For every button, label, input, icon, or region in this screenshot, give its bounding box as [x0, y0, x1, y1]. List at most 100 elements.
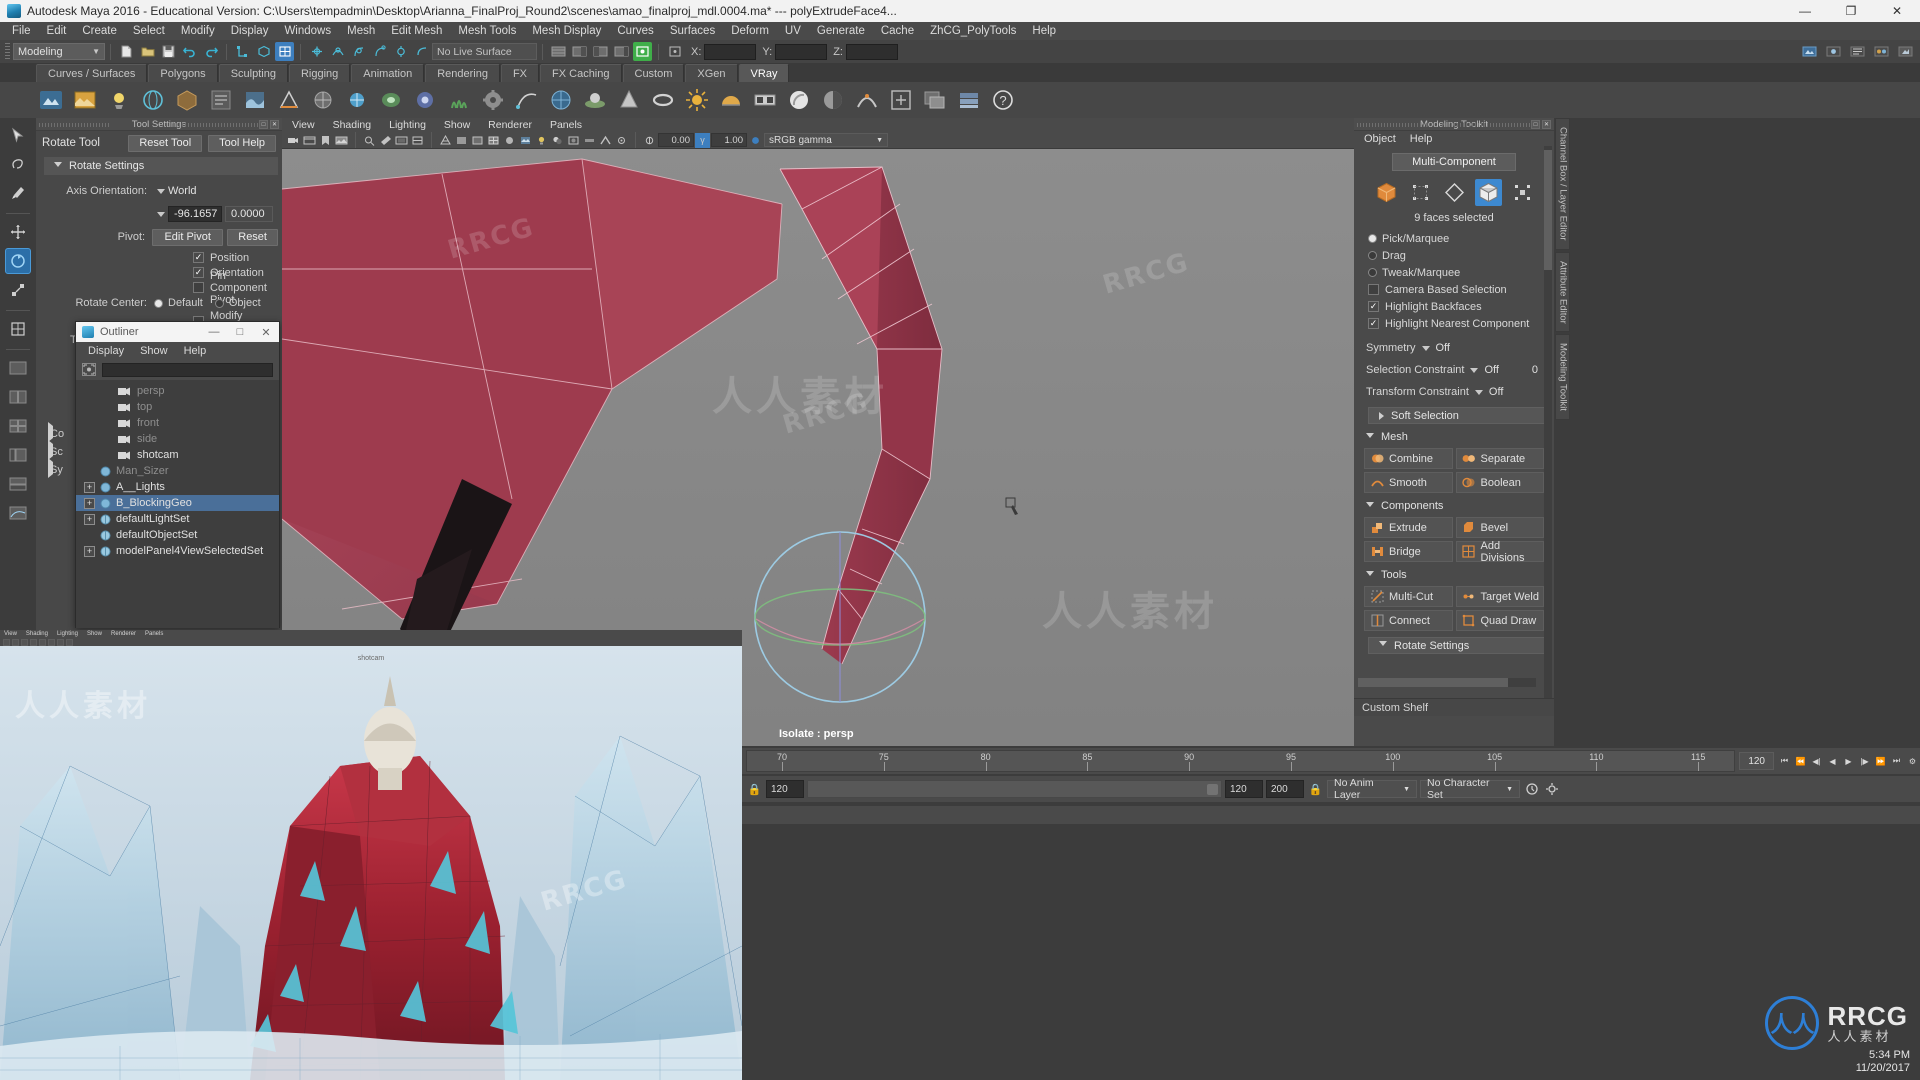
vray-volume-icon[interactable]	[376, 85, 406, 115]
range-end-lock-icon[interactable]: 🔒	[1307, 781, 1324, 798]
mesh-group-header[interactable]: Mesh	[1360, 428, 1548, 446]
add-divisions-button[interactable]: Add Divisions	[1456, 541, 1545, 562]
multisample-aa-icon[interactable]	[598, 133, 613, 148]
bevel-button[interactable]: Bevel	[1456, 517, 1545, 538]
angle-dropdown[interactable]	[154, 212, 168, 217]
select-camera-icon[interactable]	[286, 133, 301, 148]
play-forwards-icon[interactable]: ▶	[1841, 753, 1856, 770]
animation-preferences-icon[interactable]: ⚙	[1905, 753, 1920, 770]
time-slider[interactable]: 707580859095100105110115120	[746, 750, 1735, 772]
playback-end-field[interactable]: 200	[1266, 780, 1304, 798]
vray-displacement-icon[interactable]	[240, 85, 270, 115]
mtk-menu-help[interactable]: Help	[1410, 133, 1433, 145]
snap-to-view-plane-icon[interactable]	[391, 42, 410, 61]
shelf-tab-xgen[interactable]: XGen	[685, 64, 737, 82]
character-set-dropdown[interactable]: No Character Set ▼	[1420, 780, 1520, 798]
use-all-lights-icon[interactable]	[534, 133, 549, 148]
step-forward-frame-icon[interactable]: |▶	[1857, 753, 1872, 770]
go-to-end-icon[interactable]: ⏭	[1889, 753, 1904, 770]
image-plane-icon[interactable]	[334, 133, 349, 148]
vray-dome-light-icon[interactable]	[716, 85, 746, 115]
layout-two-pane-icon[interactable]	[5, 384, 31, 410]
outliner-menu-display[interactable]: Display	[88, 345, 124, 357]
highlight-backfaces-row[interactable]: ✓ Highlight Backfaces	[1360, 298, 1548, 315]
animation-preferences-gear-icon[interactable]	[1543, 781, 1560, 798]
vray-grass-icon[interactable]	[444, 85, 474, 115]
current-frame-field[interactable]: 120	[1739, 752, 1774, 770]
motion-blur-icon[interactable]	[582, 133, 597, 148]
scale-tool-icon[interactable]	[5, 277, 31, 303]
outliner-close-button[interactable]: ✕	[253, 322, 279, 342]
vray-material-preview-icon[interactable]	[784, 85, 814, 115]
snap-to-grid-icon[interactable]	[307, 42, 326, 61]
bridge-button[interactable]: Bridge	[1364, 541, 1453, 562]
hypershade-icon[interactable]	[1872, 42, 1891, 61]
outliner-item-front[interactable]: front	[76, 415, 279, 431]
transform-constraint-row[interactable]: Transform Constraint Off	[1360, 381, 1548, 403]
paint-select-tool-icon[interactable]	[5, 180, 31, 206]
snap-to-point-icon[interactable]	[349, 42, 368, 61]
viewport-menu-shading[interactable]: Shading	[333, 119, 372, 131]
vray-scene-icon[interactable]	[580, 85, 610, 115]
menu-file[interactable]: File	[4, 22, 39, 40]
menu-display[interactable]: Display	[223, 22, 277, 40]
target-weld-button[interactable]: Target Weld	[1456, 586, 1545, 607]
menu-edit-mesh[interactable]: Edit Mesh	[383, 22, 450, 40]
layout-four-pane-icon[interactable]	[5, 413, 31, 439]
layout-persp-outliner-icon[interactable]	[5, 442, 31, 468]
expand-icon[interactable]: +	[84, 546, 95, 557]
menu-windows[interactable]: Windows	[276, 22, 339, 40]
pick-marquee-radio[interactable]	[1368, 234, 1377, 243]
vray-render-icon[interactable]	[36, 85, 66, 115]
drag-dots[interactable]	[1357, 123, 1427, 127]
ref-tool-icon[interactable]	[39, 639, 46, 646]
shelf-tab-fx-caching[interactable]: FX Caching	[540, 64, 621, 82]
shelf-tab-animation[interactable]: Animation	[351, 64, 424, 82]
pick-marquee-row[interactable]: Pick/Marquee	[1360, 230, 1548, 247]
vray-layers-icon[interactable]	[954, 85, 984, 115]
snap-to-projected-center-icon[interactable]	[370, 42, 389, 61]
viewport-menu-panels[interactable]: Panels	[550, 119, 582, 131]
expander-arrow-3[interactable]	[48, 462, 53, 474]
custom-shelf-bar[interactable]: Custom Shelf	[1354, 698, 1554, 716]
ref-tool-icon[interactable]	[12, 639, 19, 646]
film-gate-icon[interactable]	[410, 133, 425, 148]
y-input[interactable]	[775, 44, 827, 60]
show-hide-modeling-toolkit-icon[interactable]	[633, 42, 652, 61]
select-tool-icon[interactable]	[5, 122, 31, 148]
pivot-reset-button[interactable]: Reset	[227, 229, 278, 246]
drag-radio[interactable]	[1368, 251, 1377, 260]
drag-dots[interactable]	[170, 123, 260, 127]
vray-clipper-icon[interactable]	[274, 85, 304, 115]
symmetry-row[interactable]: Symmetry Off	[1360, 337, 1548, 359]
menu-mesh-tools[interactable]: Mesh Tools	[450, 22, 524, 40]
rail-tab-attribute-editor[interactable]: Attribute Editor	[1555, 252, 1570, 333]
angle-input-1[interactable]: -96.1657	[168, 206, 222, 222]
auto-keyframe-icon[interactable]	[1523, 781, 1540, 798]
menu-deform[interactable]: Deform	[723, 22, 777, 40]
tools-group-header[interactable]: Tools	[1360, 566, 1548, 584]
orientation-checkbox[interactable]: ✓	[193, 267, 204, 278]
toggle-gamma-icon[interactable]: γ	[695, 133, 710, 148]
rotate-center-object-radio[interactable]	[215, 299, 224, 308]
position-checkbox[interactable]: ✓	[193, 252, 204, 263]
outliner-maximize-button[interactable]: □	[227, 322, 253, 342]
close-icon[interactable]: ✕	[1542, 120, 1551, 129]
viewport-menu-lighting[interactable]: Lighting	[389, 119, 426, 131]
ref-tool-icon[interactable]	[57, 639, 64, 646]
search-filter-icon[interactable]	[82, 363, 96, 376]
camera-attributes-icon[interactable]	[302, 133, 317, 148]
vray-sphere-wire-icon[interactable]	[546, 85, 576, 115]
x-input[interactable]	[704, 44, 756, 60]
new-scene-icon[interactable]	[117, 42, 136, 61]
play-backwards-icon[interactable]: ◀	[1825, 753, 1840, 770]
toggle-exposure-icon[interactable]	[642, 133, 657, 148]
outliner-item-man-sizer[interactable]: Man_Sizer	[76, 463, 279, 479]
shelf-tab-polygons[interactable]: Polygons	[148, 64, 217, 82]
shaded-wireframe-icon[interactable]	[486, 133, 501, 148]
menu-generate[interactable]: Generate	[809, 22, 873, 40]
smooth-shade-all-icon[interactable]	[454, 133, 469, 148]
screen-space-ao-icon[interactable]	[566, 133, 581, 148]
menu-surfaces[interactable]: Surfaces	[662, 22, 723, 40]
separate-button[interactable]: Separate	[1456, 448, 1545, 469]
